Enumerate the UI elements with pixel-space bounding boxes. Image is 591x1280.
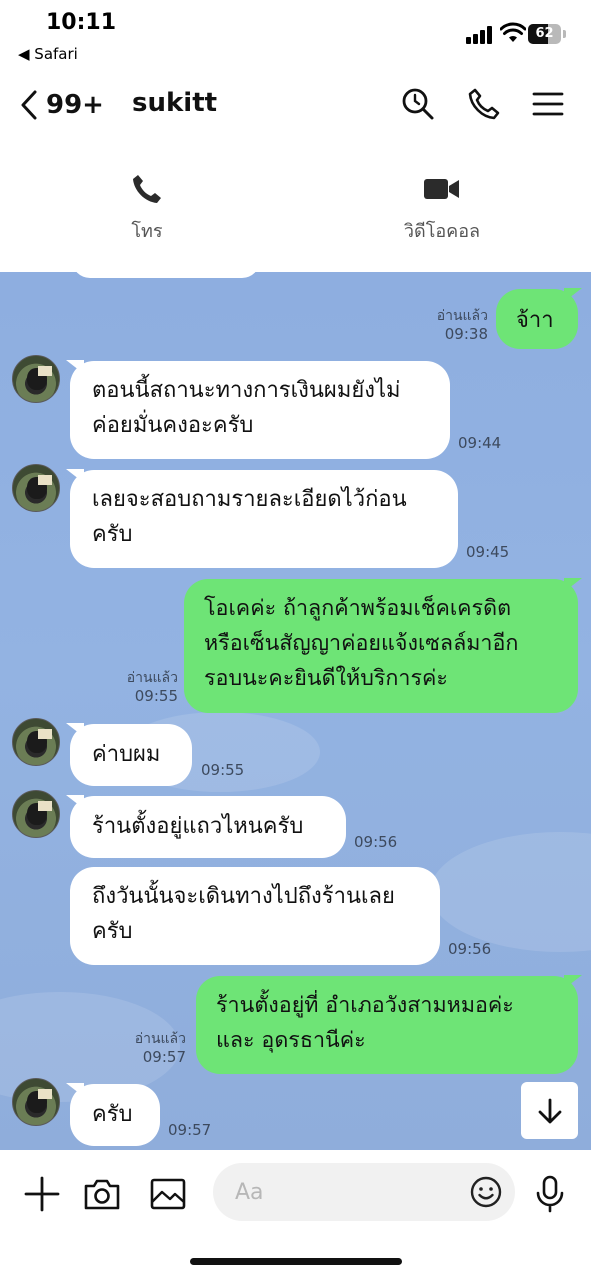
plus-icon[interactable] (22, 1174, 62, 1214)
message-bubble-incoming[interactable]: ครับ (66, 1083, 160, 1146)
emoji-icon[interactable] (469, 1175, 503, 1209)
voice-call-label: โทร (131, 221, 163, 242)
read-receipt: อ่านแล้ว (126, 670, 178, 686)
call-options-bar: โทร วิดีโอคอล (0, 140, 591, 272)
voice-call-button[interactable]: โทร (67, 172, 227, 245)
message-bubble-outgoing[interactable]: ร้านตั้งอยู่ที่ อำเภอวังสามหมอค่ะ และ อุ… (196, 975, 582, 1074)
avatar[interactable] (12, 790, 60, 838)
message-composer-bar (0, 1150, 591, 1280)
message-bubble-incoming[interactable]: ถึงวันนั้นจะเดินทางไปถึงร้านเลย ครับ (70, 867, 440, 965)
message-time: 09:44 (458, 434, 502, 452)
message-text-line: ครับ (92, 919, 133, 944)
message-bubble-incoming[interactable]: ตอนนี้สถานะทางการเงินผมยังไม่ ค่อยมั่นคง… (66, 360, 450, 459)
status-bar: 10:11 ◀ Safari 62 (0, 0, 591, 70)
avatar[interactable] (12, 718, 60, 766)
chat-header: 99+ sukitt (0, 70, 591, 140)
avatar[interactable] (12, 464, 60, 512)
message-time: 09:38 (444, 325, 488, 343)
read-receipt: อ่านแล้ว (134, 1031, 186, 1047)
microphone-icon[interactable] (530, 1174, 570, 1214)
message-bubble-incoming[interactable]: ค่าบผม (66, 723, 192, 786)
chat-title: sukitt (132, 88, 218, 118)
message-time: 09:55 (201, 761, 245, 779)
video-call-label: วิดีโอคอล (403, 221, 481, 242)
message-time: 09:56 (448, 940, 492, 958)
phone-icon[interactable] (466, 86, 502, 122)
message-text-line: เลยจะสอบถามรายละเอียดไว้ก่อน (92, 487, 407, 512)
message-bubble-incoming[interactable]: เลยจะสอบถามรายละเอียดไว้ก่อน ครับ (66, 469, 458, 568)
message-bubble-incoming[interactable]: ร้านตั้งอยู่แถวไหนครับ (66, 795, 346, 858)
message-input-container[interactable] (213, 1163, 515, 1221)
message-text: ค่าบผม (92, 742, 161, 767)
search-icon[interactable] (400, 86, 436, 122)
message-text-line: ร้านตั้งอยู่ที่ อำเภอวังสามหมอค่ะ (216, 993, 514, 1018)
avatar[interactable] (12, 1078, 60, 1126)
message-time: 09:57 (142, 1048, 186, 1066)
battery-percentage: 62 (535, 26, 554, 41)
chat-messages-area[interactable]: อ่านแล้ว 09:38 จ้าา ตอนนี้สถานะทางการเงิ… (0, 272, 591, 1150)
message-text: จ้าา (516, 308, 554, 333)
message-meta: อ่านแล้ว 09:57 (118, 1030, 186, 1066)
video-camera-icon (424, 179, 459, 199)
message-text-line: ตอนนี้สถานะทางการเงินผมยังไม่ (92, 378, 401, 403)
message-input[interactable] (235, 1175, 455, 1209)
message-text-line: ถึงวันนั้นจะเดินทางไปถึงร้านเลย (92, 884, 395, 909)
status-time: 10:11 (46, 10, 117, 35)
message-time: 09:57 (168, 1121, 212, 1139)
cellular-signal-icon (466, 26, 494, 44)
camera-icon[interactable] (82, 1174, 122, 1214)
message-bubble-outgoing[interactable]: โอเคค่ะ ถ้าลูกค้าพร้อมเช็คเครดิต หรือเซ็… (184, 578, 582, 713)
message-bubble-outgoing[interactable]: จ้าา (496, 288, 582, 349)
image-icon[interactable] (148, 1174, 188, 1214)
home-indicator (190, 1258, 402, 1265)
back-button[interactable]: 99+ (20, 88, 110, 122)
video-call-button[interactable]: วิดีโอคอล (362, 172, 522, 245)
message-text-line: หรือเซ็นสัญญาค่อยแจ้งเซลล์มาอีก (204, 631, 519, 656)
arrow-down-icon (538, 1098, 561, 1123)
message-bubble-partial (72, 272, 260, 278)
avatar[interactable] (12, 355, 60, 403)
back-to-safari-link[interactable]: ◀ Safari (18, 45, 78, 63)
message-text-line: ค่อยมั่นคงอะครับ (92, 413, 254, 438)
message-text-line: ครับ (92, 522, 133, 547)
message-time: 09:55 (134, 687, 178, 705)
message-time: 09:56 (354, 833, 398, 851)
message-text-line: โอเคค่ะ ถ้าลูกค้าพร้อมเช็คเครดิต (204, 596, 512, 621)
battery-indicator: 62 (528, 24, 566, 44)
message-text: ครับ (92, 1102, 133, 1127)
message-text-line: และ อุดรธานีค่ะ (216, 1028, 366, 1053)
chevron-left-icon (21, 90, 37, 120)
message-meta: อ่านแล้ว 09:55 (110, 669, 178, 705)
phone-icon (133, 175, 161, 203)
scroll-to-bottom-button[interactable] (521, 1082, 578, 1139)
wifi-icon (500, 22, 526, 42)
menu-icon[interactable] (530, 86, 566, 122)
message-time: 09:45 (466, 543, 510, 561)
message-meta: อ่านแล้ว 09:38 (420, 307, 488, 343)
message-text-line: รอบนะคะยินดีให้บริการค่ะ (204, 666, 448, 691)
message-text: ร้านตั้งอยู่แถวไหนครับ (92, 814, 304, 839)
read-receipt: อ่านแล้ว (436, 308, 488, 324)
unread-count: 99+ (46, 90, 104, 120)
